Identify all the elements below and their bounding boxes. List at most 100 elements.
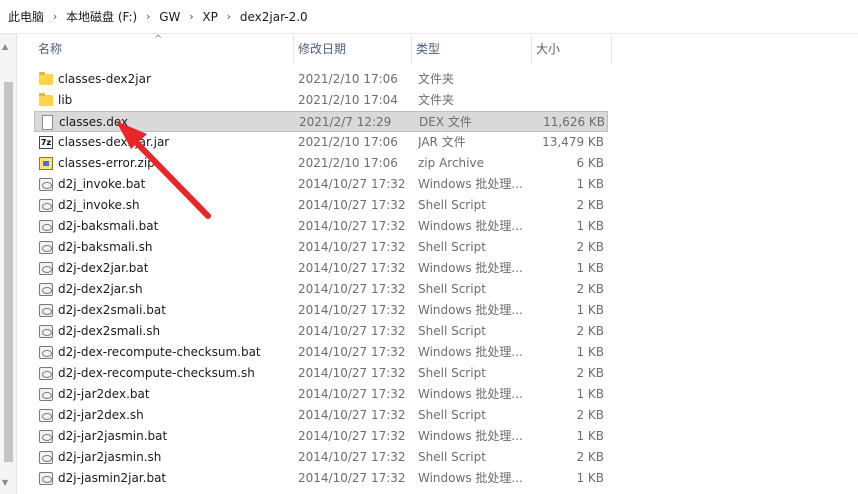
file-list: classes-dex2jar 2021/2/10 17:06 文件夹 lib 2021…: [34, 69, 608, 489]
file-name: classes.dex: [59, 115, 129, 129]
file-name: d2j-jar2jasmin.sh: [58, 450, 162, 464]
file-row[interactable]: d2j-jasmin2jar.bat 2014/10/27 17:32 Window…: [34, 468, 608, 489]
file-size: 2 KB: [576, 366, 604, 380]
vertical-scrollbar[interactable]: ▲ ▼: [0, 34, 17, 494]
breadcrumb-item[interactable]: 本地磁盘 (F:): [66, 8, 137, 25]
scroll-down-icon[interactable]: ▼: [2, 478, 8, 487]
file-row[interactable]: 7z classes-dex2jar.jar 2021/2/10 17:06 JAR …: [34, 132, 608, 153]
file-size: 1 KB: [576, 261, 604, 275]
file-row[interactable]: d2j-baksmali.sh 2014/10/27 17:32 Shell Scr…: [34, 237, 608, 258]
breadcrumb-separator-icon[interactable]: ›: [44, 10, 66, 23]
script-icon: [39, 220, 53, 233]
file-row[interactable]: d2j-dex2smali.sh 2014/10/27 17:32 Shell Sc…: [34, 321, 608, 342]
column-header-name[interactable]: 名称: [34, 35, 294, 64]
file-name: d2j-baksmali.bat: [58, 219, 159, 233]
file-date: 2014/10/27 17:32: [298, 282, 406, 296]
file-type: Windows 批处理...: [418, 471, 523, 485]
file-row[interactable]: classes.dex 2021/2/7 12:29 DEX 文件 11,626 KB: [34, 111, 608, 132]
script-icon: [39, 178, 53, 191]
breadcrumb-separator-icon[interactable]: ›: [137, 10, 159, 23]
file-icon: [42, 115, 53, 130]
file-name: lib: [58, 93, 73, 107]
file-name: classes-error.zip: [58, 156, 155, 170]
breadcrumb-separator-icon[interactable]: ›: [218, 10, 240, 23]
script-icon: [39, 451, 53, 464]
file-row[interactable]: d2j-dex-recompute-checksum.sh 2014/10/27 …: [34, 363, 608, 384]
file-name: classes-dex2jar.jar: [58, 135, 170, 149]
script-icon: [39, 430, 53, 443]
file-row[interactable]: d2j-jar2dex.sh 2014/10/27 17:32 Shell Scri…: [34, 405, 608, 426]
file-name: d2j-jar2jasmin.bat: [58, 429, 168, 443]
column-header-date[interactable]: 修改日期: [294, 35, 412, 64]
file-type: Shell Script: [418, 366, 486, 380]
breadcrumb-item[interactable]: dex2jar-2.0: [240, 10, 308, 24]
file-date: 2021/2/7 12:29: [299, 115, 392, 129]
file-row[interactable]: d2j-jar2jasmin.sh 2014/10/27 17:32 Shell S…: [34, 447, 608, 468]
column-header-size[interactable]: 大小: [532, 35, 612, 64]
breadcrumb-separator-icon[interactable]: ›: [180, 10, 202, 23]
file-size: 1 KB: [576, 387, 604, 401]
file-date: 2021/2/10 17:04: [298, 93, 398, 107]
file-name: d2j-baksmali.sh: [58, 240, 153, 254]
file-date: 2014/10/27 17:32: [298, 345, 406, 359]
script-icon: [39, 262, 53, 275]
zip-icon: [39, 157, 53, 170]
file-row[interactable]: d2j-jar2jasmin.bat 2014/10/27 17:32 Window…: [34, 426, 608, 447]
column-header-type[interactable]: 类型: [412, 35, 532, 64]
file-type: 文件夹: [418, 93, 455, 107]
file-type: Shell Script: [418, 240, 486, 254]
file-type: DEX 文件: [419, 115, 472, 129]
file-name: d2j-dex2smali.bat: [58, 303, 166, 317]
file-row[interactable]: d2j-dex2smali.bat 2014/10/27 17:32 Windows…: [34, 300, 608, 321]
file-name: d2j-dex2jar.sh: [58, 282, 143, 296]
file-size: 11,626 KB: [543, 115, 605, 129]
file-name: d2j-dex-recompute-checksum.bat: [58, 345, 261, 359]
file-date: 2014/10/27 17:32: [298, 198, 406, 212]
script-icon: [39, 346, 53, 359]
file-date: 2014/10/27 17:32: [298, 471, 406, 485]
file-row[interactable]: d2j_invoke.sh 2014/10/27 17:32 Shell Scrip…: [34, 195, 608, 216]
file-row[interactable]: d2j-baksmali.bat 2014/10/27 17:32 Windows …: [34, 216, 608, 237]
file-type: Windows 批处理...: [418, 429, 523, 443]
file-row[interactable]: d2j-dex-recompute-checksum.bat 2014/10/27…: [34, 342, 608, 363]
file-date: 2021/2/10 17:06: [298, 135, 398, 149]
scroll-up-icon[interactable]: ▲: [2, 42, 8, 51]
file-row[interactable]: d2j_invoke.bat 2014/10/27 17:32 Windows 批处…: [34, 174, 608, 195]
file-row[interactable]: classes-dex2jar 2021/2/10 17:06 文件夹: [34, 69, 608, 90]
file-row[interactable]: d2j-dex2jar.sh 2014/10/27 17:32 Shell Scri…: [34, 279, 608, 300]
breadcrumb-item[interactable]: GW: [159, 10, 180, 24]
scrollbar-thumb[interactable]: [4, 82, 13, 462]
file-row[interactable]: d2j-dex2jar.bat 2014/10/27 17:32 Windows 批…: [34, 258, 608, 279]
file-name: classes-dex2jar: [58, 72, 151, 86]
file-size: 1 KB: [576, 345, 604, 359]
file-type: Windows 批处理...: [418, 345, 523, 359]
file-date: 2014/10/27 17:32: [298, 177, 406, 191]
script-icon: [39, 409, 53, 422]
file-size: 1 KB: [576, 219, 604, 233]
file-name: d2j_invoke.bat: [58, 177, 146, 191]
file-date: 2014/10/27 17:32: [298, 450, 406, 464]
file-size: 2 KB: [576, 240, 604, 254]
file-date: 2021/2/10 17:06: [298, 72, 398, 86]
file-type: Windows 批处理...: [418, 219, 523, 233]
file-size: 1 KB: [576, 471, 604, 485]
file-type: zip Archive: [418, 156, 484, 170]
file-name: d2j-jar2dex.bat: [58, 387, 150, 401]
file-row[interactable]: lib 2021/2/10 17:04 文件夹: [34, 90, 608, 111]
breadcrumb-item[interactable]: XP: [202, 10, 217, 24]
file-name: d2j-dex-recompute-checksum.sh: [58, 366, 255, 380]
file-size: 1 KB: [576, 303, 604, 317]
script-icon: [39, 199, 53, 212]
breadcrumb-item[interactable]: 此电脑: [8, 8, 44, 25]
file-size: 2 KB: [576, 282, 604, 296]
file-date: 2014/10/27 17:32: [298, 303, 406, 317]
file-date: 2014/10/27 17:32: [298, 240, 406, 254]
folder-icon: [39, 72, 53, 85]
file-type: Shell Script: [418, 282, 486, 296]
file-row[interactable]: classes-error.zip 2021/2/10 17:06 zip Arch…: [34, 153, 608, 174]
script-icon: [39, 304, 53, 317]
file-row[interactable]: d2j-jar2dex.bat 2014/10/27 17:32 Windows 批…: [34, 384, 608, 405]
script-icon: [39, 367, 53, 380]
file-type: Shell Script: [418, 450, 486, 464]
file-type: Shell Script: [418, 324, 486, 338]
